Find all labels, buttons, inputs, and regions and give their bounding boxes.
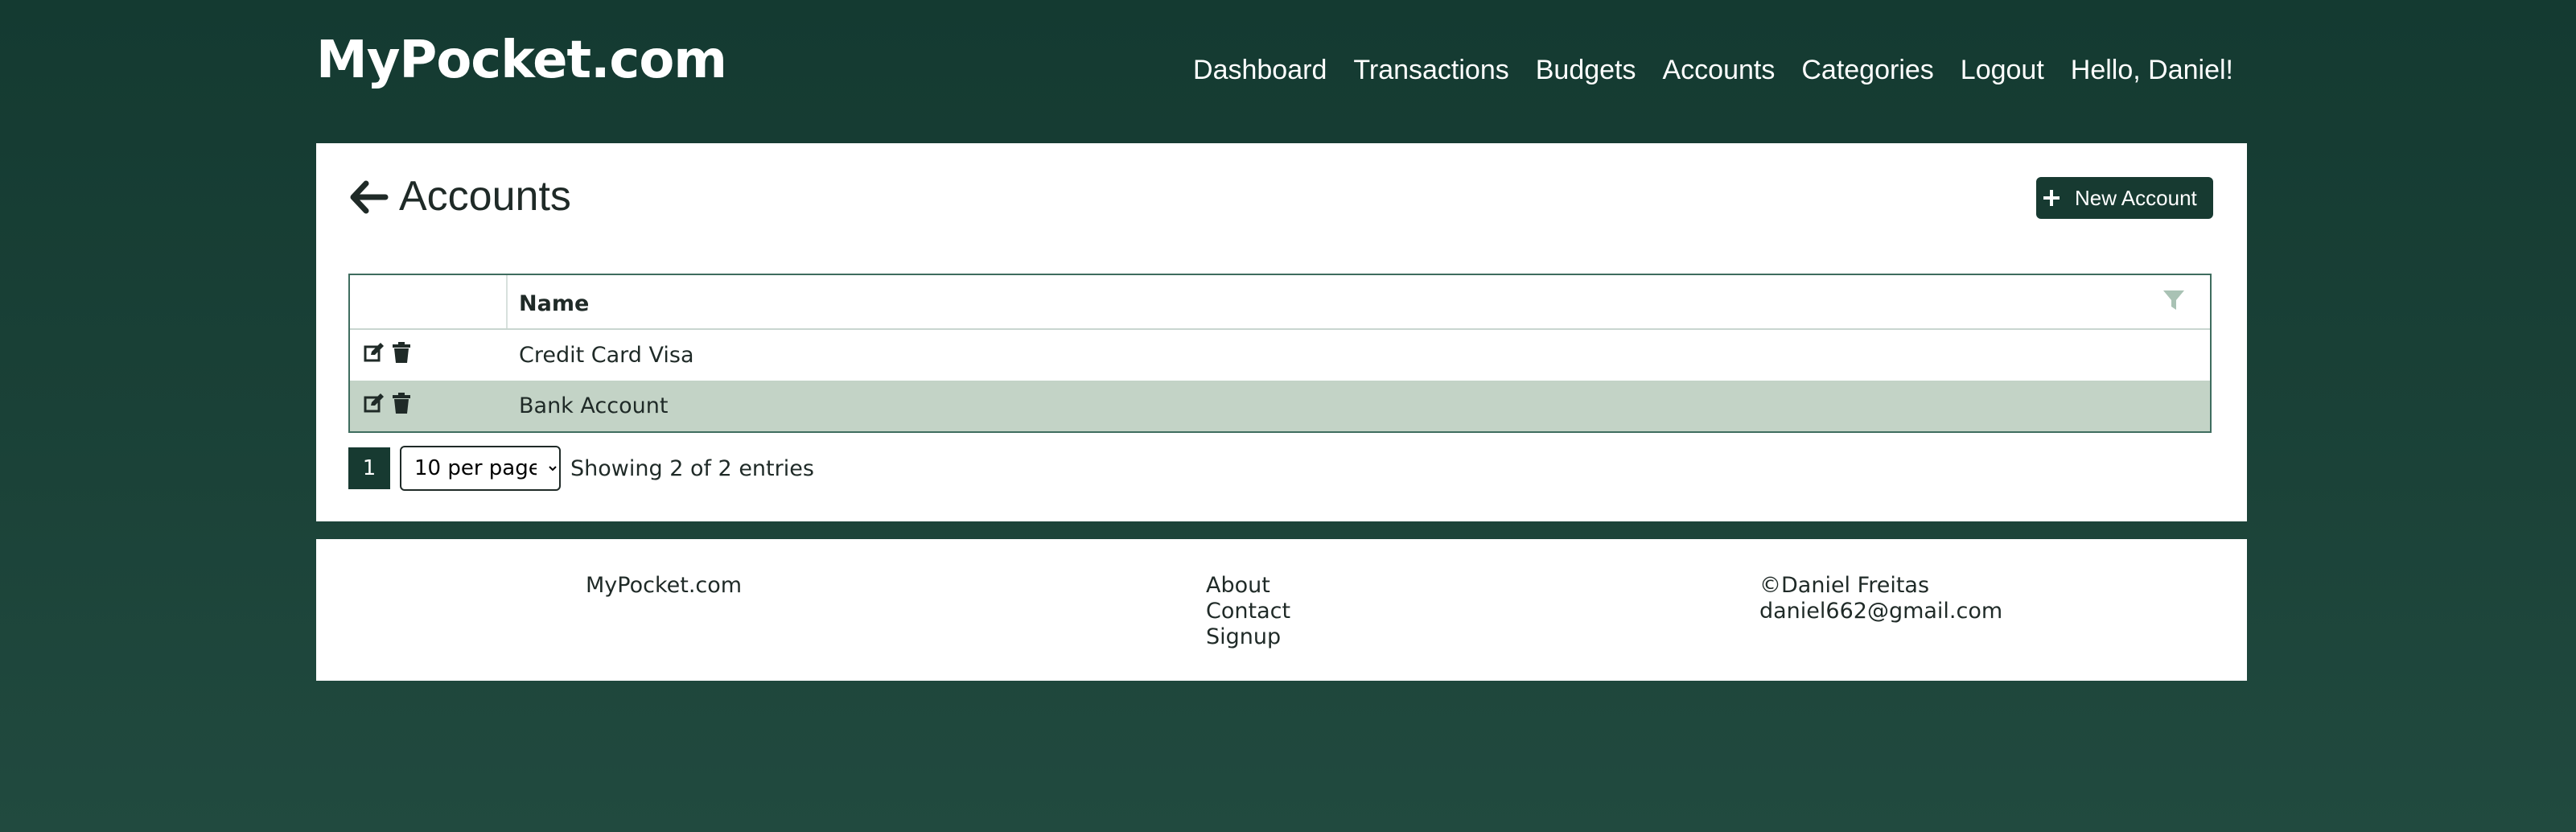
top-header: MyPocket.com Dashboard Transactions Budg… [316, 0, 2247, 143]
footer-link-about[interactable]: About [1206, 573, 1290, 599]
footer-email: daniel662@gmail.com [1759, 599, 2003, 624]
new-account-button[interactable]: New Account [2036, 177, 2213, 219]
edit-icon[interactable] [363, 392, 385, 414]
brand-logo[interactable]: MyPocket.com [316, 31, 727, 90]
back-button[interactable] [348, 177, 389, 217]
nav-transactions[interactable]: Transactions [1353, 55, 1508, 86]
nav-categories[interactable]: Categories [1801, 55, 1933, 86]
footer-contact: ©Daniel Freitas daniel662@gmail.com [1759, 573, 2002, 624]
nav-budgets[interactable]: Budgets [1536, 55, 1636, 86]
plus-icon [2043, 190, 2060, 206]
nav-accounts[interactable]: Accounts [1663, 55, 1776, 86]
per-page-select[interactable]: 10 per page [400, 446, 561, 491]
column-header-name[interactable]: Name [519, 291, 589, 316]
footer-link-contact[interactable]: Contact [1206, 599, 1290, 624]
entries-count: Showing 2 of 2 entries [570, 455, 814, 481]
nav-dashboard[interactable]: Dashboard [1193, 55, 1327, 86]
trash-icon[interactable] [390, 392, 413, 414]
table-header: Name [350, 275, 2210, 330]
footer-brand: MyPocket.com [586, 573, 743, 598]
footer: MyPocket.com About Contact Signup ©Danie… [316, 539, 2247, 681]
footer-copyright: ©Daniel Freitas [1759, 573, 1930, 598]
accounts-card: Accounts New Account Name Credit Card Vi… [316, 143, 2247, 521]
page-container: MyPocket.com Dashboard Transactions Budg… [316, 0, 2247, 681]
nav-user-greeting[interactable]: Hello, Daniel! [2071, 55, 2233, 86]
nav-logout[interactable]: Logout [1961, 55, 2044, 86]
column-divider [506, 275, 508, 328]
table-row: Credit Card Visa [350, 330, 2210, 381]
row-actions [363, 341, 413, 364]
footer-links: About Contact Signup [1206, 573, 1290, 650]
arrow-left-icon [350, 180, 389, 214]
page-title: Accounts [399, 173, 571, 220]
main-nav: Dashboard Transactions Budgets Accounts … [1193, 55, 2233, 86]
account-name: Bank Account [519, 393, 669, 418]
edit-icon[interactable] [363, 341, 385, 364]
pagination: 1 10 per page Showing 2 of 2 entries [348, 446, 814, 491]
accounts-table: Name Credit Card Visa Bank Account [348, 274, 2212, 433]
filter-icon[interactable] [2162, 288, 2186, 312]
footer-link-signup[interactable]: Signup [1206, 624, 1290, 650]
row-actions [363, 392, 413, 414]
page-button-1[interactable]: 1 [348, 447, 390, 489]
trash-icon[interactable] [390, 341, 413, 364]
account-name: Credit Card Visa [519, 343, 694, 368]
new-account-label: New Account [2075, 185, 2197, 210]
table-row: Bank Account [350, 381, 2210, 431]
